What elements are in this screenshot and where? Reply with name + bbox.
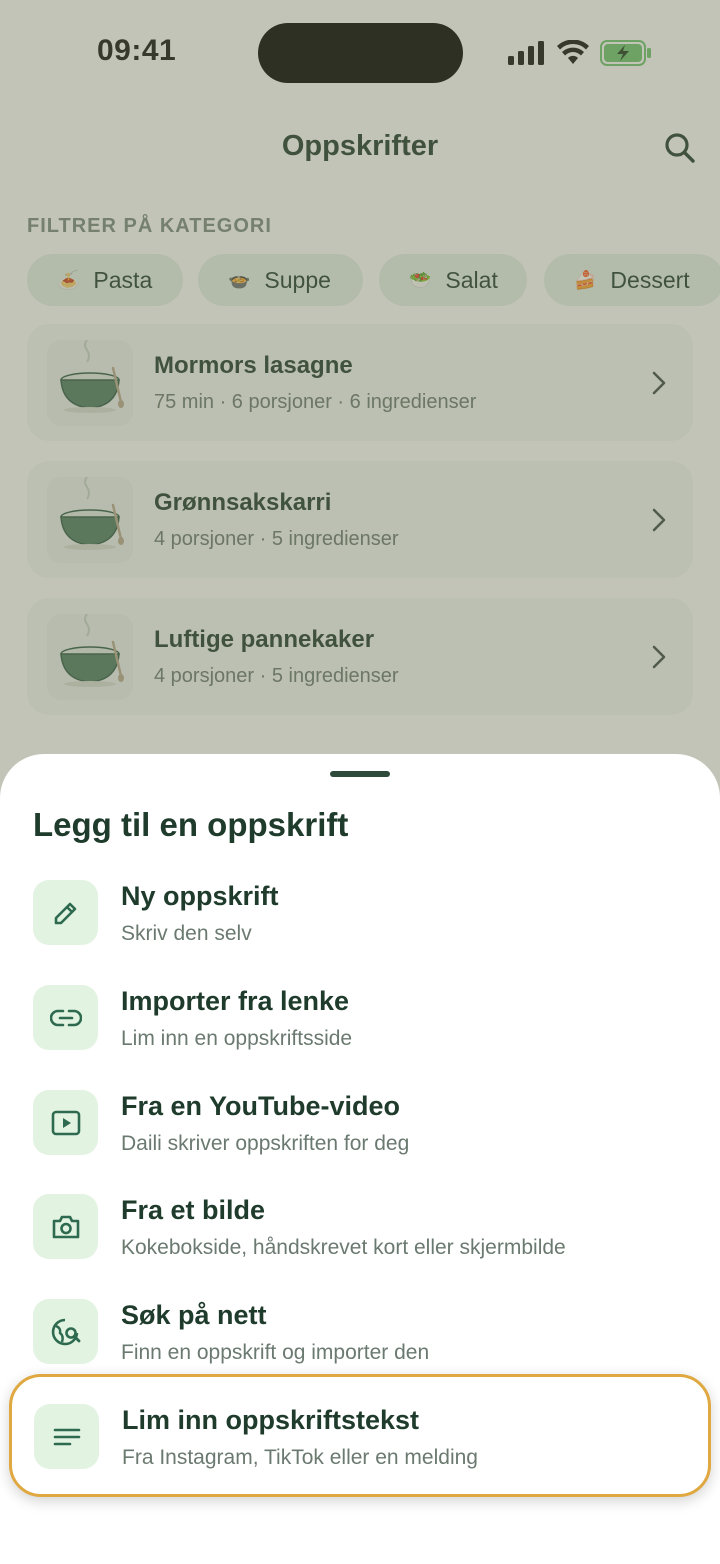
option-new-recipe[interactable]: Ny oppskrift Skriv den selv bbox=[33, 880, 693, 960]
option-youtube[interactable]: Fra en YouTube-video Daili skriver oppsk… bbox=[33, 1090, 693, 1170]
option-web-search[interactable]: Søk på nett Finn en oppskrift og importe… bbox=[33, 1299, 693, 1379]
option-paste-text-content: Lim inn oppskriftstekst Fra Instagram, T… bbox=[34, 1404, 694, 1484]
text-lines-icon bbox=[53, 1428, 80, 1445]
app-root: 09:41 Oppskrifter FILTRER PÅ KATEGORI 🍝 … bbox=[0, 0, 720, 1564]
link-icon bbox=[49, 1009, 82, 1026]
pencil-icon bbox=[54, 902, 76, 924]
option-label: Fra et bilde bbox=[121, 1195, 266, 1225]
option-label: Importer fra lenke bbox=[121, 986, 350, 1016]
option-subtitle: Kokebokside, håndskrevet kort eller skje… bbox=[121, 1236, 566, 1259]
option-icon-tile bbox=[33, 985, 98, 1050]
option-icon-tile bbox=[33, 880, 98, 945]
globe-search-icon bbox=[51, 1318, 80, 1345]
option-label: Søk på nett bbox=[121, 1300, 267, 1330]
option-photo[interactable]: Fra et bilde Kokebokside, håndskrevet ko… bbox=[33, 1194, 693, 1274]
option-subtitle: Lim inn en oppskriftsside bbox=[121, 1027, 353, 1050]
option-icon-tile bbox=[33, 1090, 98, 1155]
sheet-grabber[interactable] bbox=[330, 771, 390, 777]
option-icon-tile bbox=[34, 1404, 99, 1469]
option-subtitle: Finn en oppskrift og importer den bbox=[121, 1341, 430, 1364]
option-icon-tile bbox=[33, 1194, 98, 1259]
camera-icon bbox=[52, 1215, 79, 1238]
option-subtitle: Daili skriver oppskriften for deg bbox=[121, 1132, 410, 1155]
option-label: Lim inn oppskriftstekst bbox=[122, 1405, 420, 1435]
option-import-link[interactable]: Importer fra lenke Lim inn en oppskrifts… bbox=[33, 985, 693, 1065]
play-icon bbox=[51, 1110, 80, 1135]
option-subtitle: Skriv den selv bbox=[121, 922, 252, 945]
option-paste-text[interactable]: Lim inn oppskriftstekst Fra Instagram, T… bbox=[9, 1374, 711, 1497]
option-label: Ny oppskrift bbox=[121, 881, 279, 911]
option-subtitle: Fra Instagram, TikTok eller en melding bbox=[122, 1446, 478, 1469]
option-icon-tile bbox=[33, 1299, 98, 1364]
option-label: Fra en YouTube-video bbox=[121, 1091, 401, 1121]
sheet-title: Legg til en oppskrift bbox=[33, 806, 349, 843]
